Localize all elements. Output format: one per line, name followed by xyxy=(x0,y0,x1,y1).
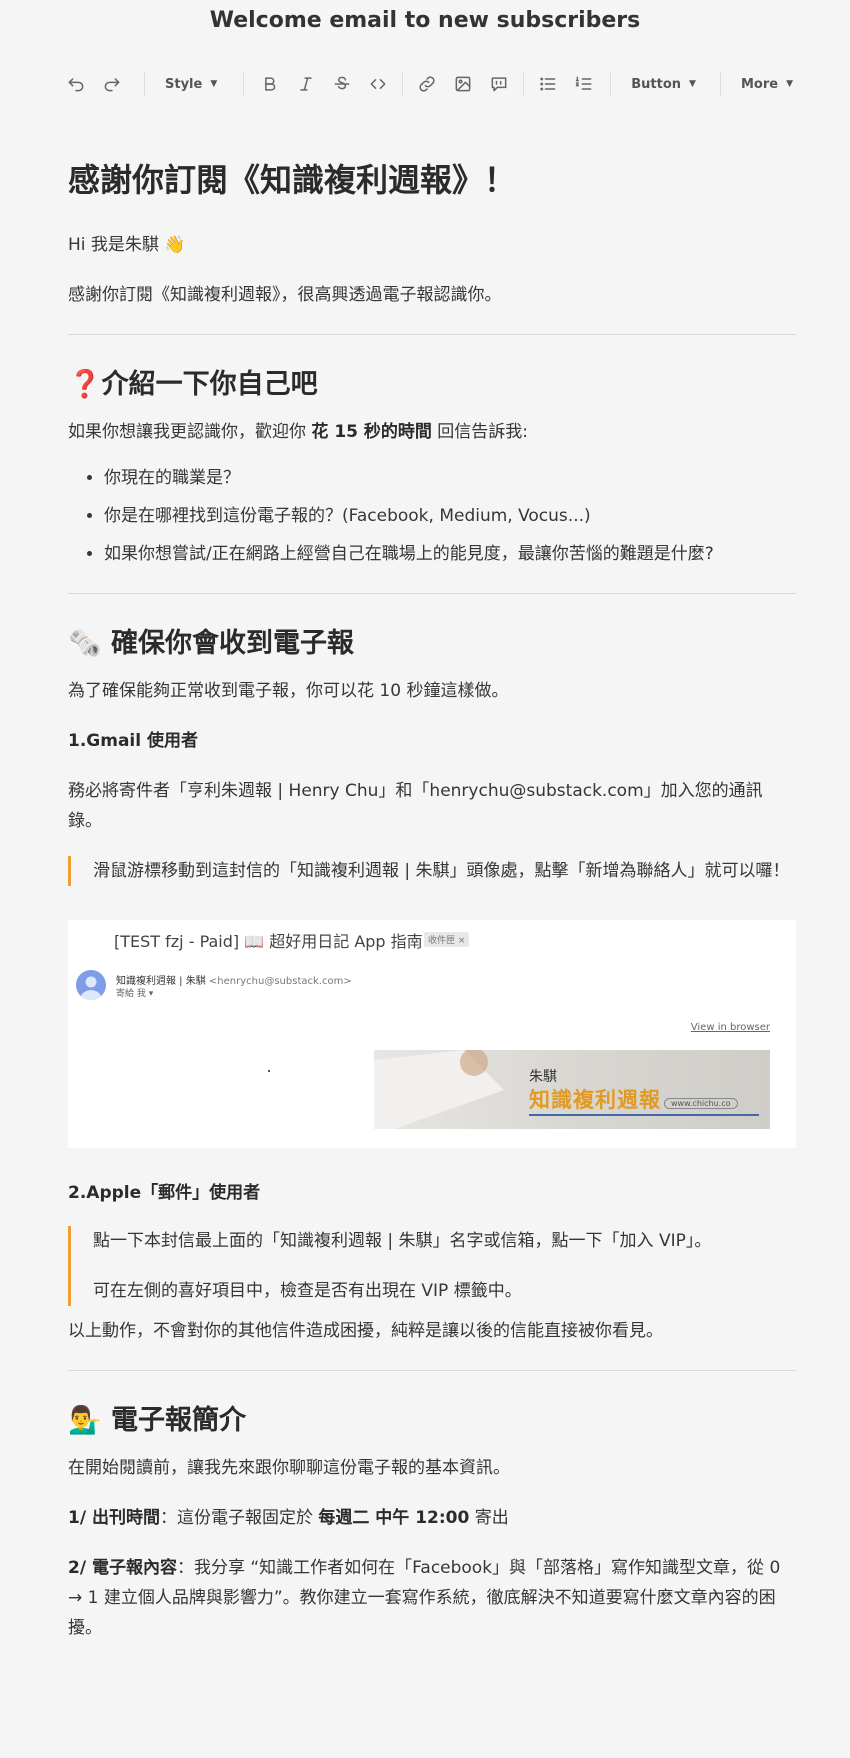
email-sender: 知識複利週報 | 朱騏 <henrychu@substack.com> xyxy=(116,972,352,987)
quote-button[interactable] xyxy=(485,70,513,98)
gmail-paragraph: 務必將寄件者「亨利朱週報 | Henry Chu」和「henrychu@subs… xyxy=(68,781,763,831)
list-item: 你是在哪裡找到這份電子報的？(Facebook, Medium, Vocus..… xyxy=(104,501,796,531)
toolbar-divider xyxy=(243,72,245,96)
section-divider xyxy=(68,334,796,335)
introduce-lead: 如果你想讓我更認識你，歡迎你 花 15 秒的時間 回信告訴我: xyxy=(68,417,796,447)
email-recipient: 寄給 我 ▾ xyxy=(116,989,154,999)
gmail-title: 1.Gmail 使用者 xyxy=(68,731,198,751)
bold-button[interactable] xyxy=(256,70,284,98)
style-dropdown-label: Style xyxy=(165,76,203,92)
italic-button[interactable] xyxy=(292,70,320,98)
code-button[interactable] xyxy=(364,70,392,98)
image-button[interactable] xyxy=(449,70,477,98)
numbered-list-icon xyxy=(576,76,592,90)
lead-bold: 花 15 秒的時間 xyxy=(311,422,432,442)
numbered-list-button[interactable] xyxy=(570,70,598,98)
chevron-down-icon: ▼ xyxy=(210,79,218,89)
section-heading-introduce: ❓介紹一下你自己吧 xyxy=(68,369,318,400)
style-dropdown[interactable]: Style ▼ xyxy=(165,70,217,98)
more-dropdown-label: More xyxy=(740,76,779,92)
banner-underline xyxy=(529,1114,759,1116)
delivery-outro: 以上動作，不會對你的其他信件造成困擾，純粹是讓以後的信能直接被你看見。 xyxy=(68,1321,663,1341)
quote-text: 可在左側的喜好項目中，檢查是否有出現在 VIP 標籤中。 xyxy=(93,1281,522,1301)
lead-text: 回信告訴我: xyxy=(431,422,529,442)
undo-button[interactable] xyxy=(62,70,90,98)
item-text: ：這份電子報固定於 xyxy=(159,1508,319,1528)
toolbar-divider xyxy=(402,72,404,96)
banner-author: 朱騏 xyxy=(529,1069,557,1085)
image-icon xyxy=(455,76,471,92)
strikethrough-icon xyxy=(334,76,350,90)
item-label: 1/ 出刊時間 xyxy=(68,1508,160,1528)
section-heading-newsletter-intro: 💁‍♂️ 電子報簡介 xyxy=(68,1405,247,1436)
item-bold: 每週二 中午 12:00 xyxy=(318,1508,470,1528)
intro-paragraph: 感謝你訂閱《知識複利週報》，很高興透過電子報認識你。 xyxy=(68,285,502,305)
post-title: 感謝你訂閱《知識複利週報》！ xyxy=(68,161,517,199)
item-label: 2/ 電子報內容 xyxy=(68,1558,177,1578)
code-icon xyxy=(370,79,386,89)
banner-url: www.chichu.co xyxy=(664,1098,738,1109)
list-item: 如果你想嘗試/正在網路上經營自己在職場上的能見度，最讓你苦惱的難題是什麼? xyxy=(104,539,796,569)
lead-text: 如果你想讓我更認識你，歡迎你 xyxy=(68,422,312,442)
view-in-browser-link: View in browser xyxy=(690,1022,770,1033)
quote-text: 滑鼠游標移動到這封信的「知識複利週報 | 朱騏」頭像處，點擊「新增為聯絡人」就可… xyxy=(93,861,790,881)
gmail-subheading: 1.Gmail 使用者 xyxy=(68,726,796,756)
link-button[interactable] xyxy=(413,70,441,98)
banner-title: 知識複利週報 xyxy=(529,1088,661,1112)
editor-toolbar: Style ▼ Button ▼ More ▼ xyxy=(62,70,814,98)
quote-text: 點一下本封信最上面的「知識複利週報 | 朱騏」名字或信箱，點一下「加入 VIP」… xyxy=(93,1231,712,1251)
italic-icon xyxy=(300,77,312,91)
button-dropdown[interactable]: Button ▼ xyxy=(631,70,696,98)
bullet-list-icon xyxy=(540,77,556,91)
email-subject: [TEST fzj - Paid] 📖 超好用日記 App 指南 xyxy=(114,932,423,951)
gmail-screenshot-image: [TEST fzj - Paid] 📖 超好用日記 App 指南 收件匣 × 知… xyxy=(68,920,796,1148)
button-dropdown-label: Button xyxy=(631,76,682,92)
section-divider xyxy=(68,1370,796,1371)
newsletter-banner: 朱騏 知識複利週報 www.chichu.co xyxy=(374,1050,770,1129)
avatar xyxy=(76,970,106,1000)
gmail-blockquote: 滑鼠游標移動到這封信的「知識複利週報 | 朱騏」頭像處，點擊「新增為聯絡人」就可… xyxy=(68,856,796,886)
publish-time-paragraph: 1/ 出刊時間：這份電子報固定於 每週二 中午 12:00 寄出 xyxy=(68,1503,796,1533)
chevron-down-icon: ▼ xyxy=(786,79,793,89)
apple-subheading: 2.Apple「郵件」使用者 xyxy=(68,1178,796,1208)
delivery-intro: 為了確保能夠正常收到電子報，你可以花 10 秒鐘這樣做。 xyxy=(68,681,509,701)
question-list: 你現在的職業是？ 你是在哪裡找到這份電子報的？(Facebook, Medium… xyxy=(104,463,796,569)
keyboard-decoration xyxy=(374,1050,504,1129)
quote-icon xyxy=(491,77,507,92)
newsletter-intro: 在開始閱讀前，讓我先來跟你聊聊這份電子報的基本資訊。 xyxy=(68,1458,510,1478)
redo-button[interactable] xyxy=(98,70,126,98)
toolbar-divider xyxy=(719,72,721,96)
decorative-dot xyxy=(268,1070,270,1072)
bold-icon xyxy=(265,77,276,91)
sender-address: <henrychu@substack.com> xyxy=(208,976,352,987)
section-heading-ensure-delivery: 🗞️ 確保你會收到電子報 xyxy=(68,628,355,659)
user-icon xyxy=(80,976,102,1000)
list-item: 你現在的職業是？ xyxy=(104,463,796,493)
bullet-list-button[interactable] xyxy=(534,70,562,98)
toolbar-divider xyxy=(523,72,525,96)
redo-icon xyxy=(104,78,120,92)
item-text: 寄出 xyxy=(469,1508,509,1528)
greeting-paragraph: Hi 我是朱騏 👋 xyxy=(68,235,186,255)
toolbar-divider xyxy=(144,72,145,96)
editor-body[interactable]: 感謝你訂閱《知識複利週報》！ Hi 我是朱騏 👋 感謝你訂閱《知識複利週報》，很… xyxy=(68,150,796,1643)
apple-title: 2.Apple「郵件」使用者 xyxy=(68,1183,261,1203)
content-paragraph: 2/ 電子報內容：我分享 “知識工作者如何在「Facebook」與「部落格」寫作… xyxy=(68,1553,796,1643)
apple-blockquote: 點一下本封信最上面的「知識複利週報 | 朱騏」名字或信箱，點一下「加入 VIP」… xyxy=(68,1226,796,1306)
window-title: Welcome email to new subscribers xyxy=(209,8,641,33)
section-divider xyxy=(68,593,796,594)
link-icon xyxy=(419,76,435,92)
more-dropdown[interactable]: More ▼ xyxy=(741,70,793,98)
toolbar-divider xyxy=(610,72,612,96)
undo-icon xyxy=(68,78,84,92)
strikethrough-button[interactable] xyxy=(328,70,356,98)
chevron-down-icon: ▼ xyxy=(689,79,696,89)
inbox-tag: 收件匣 × xyxy=(424,932,470,947)
